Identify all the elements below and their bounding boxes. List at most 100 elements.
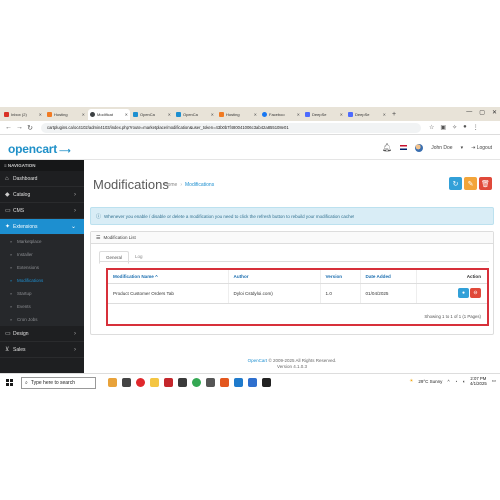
menu-kebab-icon[interactable]: ⋮ [473,124,479,131]
sidebar-subitem-startup[interactable]: » Startup [0,287,84,300]
tray-chevron-icon[interactable]: ^ [447,379,449,384]
browser-tab[interactable]: OpenCa ✕ [174,109,216,120]
close-icon[interactable]: ✕ [383,112,386,117]
delete-button[interactable]: 🗑︎ [479,177,492,190]
footer-link[interactable]: OpenCart [248,358,268,363]
sidebar-item-dashboard[interactable]: ⌂ Dashboard [0,171,84,187]
profile-icon[interactable]: ● [463,124,467,131]
reload-icon[interactable]: ↻ [27,124,33,132]
forward-icon[interactable]: → [16,124,23,131]
opencart-logo[interactable]: opencart ⟶ [8,142,71,156]
vscode-icon[interactable] [234,378,243,387]
page-title: Modifications [93,177,169,192]
clock[interactable]: 2:07 PM 4/1/2025 [470,376,487,386]
browser-tab[interactable]: OpenCa ✕ [131,109,173,120]
column-header-version[interactable]: Version [320,270,361,284]
language-flag-icon[interactable] [400,145,408,150]
close-icon[interactable]: ✕ [254,112,257,117]
column-header-action: Action [416,270,487,284]
close-window-icon[interactable]: ✕ [492,109,497,116]
user-name[interactable]: John Doe [431,145,452,151]
sidebar-item-design[interactable]: ▭ Design › [0,326,84,342]
close-icon[interactable]: ✕ [211,112,214,117]
chevron-down-icon[interactable]: ▾ [461,145,464,151]
monitor-icon: ▭ [5,208,11,214]
chevron-right-icon: › [74,207,76,214]
windows-start-icon[interactable] [6,379,13,386]
sidebar-subitem-extensions[interactable]: » Extensions [0,261,84,274]
favicon-icon [133,111,138,117]
clear-button[interactable]: ✎ [464,177,477,190]
browser-tab[interactable]: Faceboo ✕ [260,109,302,120]
maximize-icon[interactable]: ▢ [479,109,485,116]
logout-link[interactable]: ⇥ Logout [471,145,492,151]
column-header-date[interactable]: Date Added [360,270,417,284]
network-icon[interactable]: ◔ [455,379,458,384]
file-explorer-icon[interactable] [150,378,159,387]
close-icon[interactable]: ✕ [340,112,343,117]
weather-text[interactable]: 29°C Sunny [418,379,442,384]
extension-icon[interactable]: ▣ [440,124,446,131]
column-header-name[interactable]: Modification Name ^ [108,270,229,284]
task-view-icon[interactable] [122,378,131,387]
sidebar-subitem-events[interactable]: » Events [0,300,84,313]
tab-log[interactable]: Log [129,251,149,264]
extension-icons: ☆ ▣ ✧ ● ⋮ [429,124,479,131]
url-field[interactable]: cartplugins.ca/oc4102/admin4103/index.ph… [41,122,421,133]
sidebar-subitem-cron-jobs[interactable]: » Cron Jobs [0,313,84,326]
breadcrumb-current[interactable]: Modifications [185,182,214,188]
bell-icon[interactable]: 🔔︎ [382,143,392,152]
bookmark-star-icon[interactable]: ☆ [429,124,434,131]
taskbar-apps [108,378,271,387]
app-icon[interactable] [262,378,271,387]
info-button[interactable]: ● [458,288,469,298]
opera-icon[interactable] [136,378,145,387]
sidebar-item-extensions[interactable]: ✦ Extensions ⌄ [0,219,84,235]
browser-tab-active[interactable]: Modificat ✕ [88,108,130,120]
info-alert: ⓘ Whenever you enable / disable or delet… [90,207,494,225]
camera-icon[interactable] [206,378,215,387]
filezilla-icon[interactable] [164,378,173,387]
cell-author: Dyloi Cstdyloi.com) [228,283,321,304]
sidebar-item-catalog[interactable]: ◆ Catalog › [0,187,84,203]
minimize-icon[interactable]: — [466,109,472,116]
back-icon[interactable]: ← [5,124,12,131]
browser-tab[interactable]: Hosting ✕ [217,109,259,120]
browser-tab[interactable]: Inbox (2) ✕ [2,109,44,120]
taskbar-search[interactable]: ⌕ Type here to search [21,376,96,389]
sidebar-subitem-marketplace[interactable]: » Marketplace [0,235,84,248]
new-tab-icon[interactable]: + [392,111,396,118]
office-icon[interactable] [220,378,229,387]
column-header-author[interactable]: Author [228,270,321,284]
footer-version: Version 4.1.0.3 [276,364,308,369]
close-icon[interactable]: ✕ [168,112,171,117]
avatar[interactable] [415,143,424,152]
notification-icon[interactable]: ▭ [492,378,496,384]
chrome-icon[interactable] [192,378,201,387]
puzzle-icon: ✦ [5,224,11,230]
close-icon[interactable]: ✕ [297,112,300,117]
browser-tab[interactable]: DeepSe ✕ [346,109,388,120]
double-chevron-icon: » [10,291,13,296]
browser-tab[interactable]: DeepSe ✕ [303,109,345,120]
browser-tab[interactable]: Hosting ✕ [45,109,87,120]
close-icon[interactable]: ✕ [82,112,85,117]
sidebar-item-sales[interactable]: ⊻ Sales › [0,342,84,358]
volume-icon[interactable]: ◖ [462,379,465,384]
sidebar-subitem-modifications[interactable]: » Modifications [0,274,84,287]
sidebar-item-cms[interactable]: ▭ CMS › [0,203,84,219]
close-icon[interactable]: ✕ [125,112,128,117]
tulips-icon [108,378,117,387]
disable-button[interactable]: ⊖ [470,288,481,298]
game-icon[interactable] [178,378,187,387]
refresh-button[interactable]: ↻ [449,177,462,190]
breadcrumb-home[interactable]: Home [164,182,177,188]
page-actions: ↻ ✎ 🗑︎ [449,177,492,190]
address-bar: ← → ↻ cartplugins.ca/oc4102/admin4103/in… [0,121,500,135]
tab-general[interactable]: General [99,251,130,264]
close-icon[interactable]: ✕ [39,112,42,117]
app-icon[interactable] [248,378,257,387]
puzzle-icon[interactable]: ✧ [452,124,457,131]
double-chevron-icon: » [10,278,13,283]
sidebar-subitem-installer[interactable]: » Installer [0,248,84,261]
